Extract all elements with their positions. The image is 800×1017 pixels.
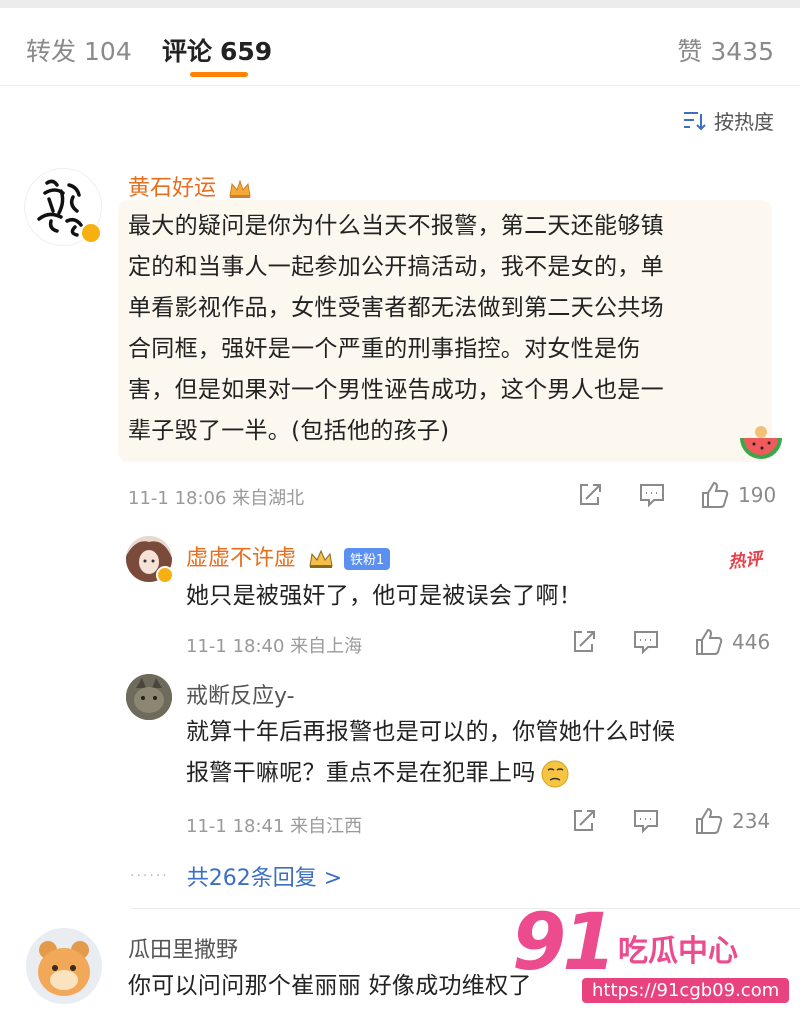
thumbs-up-icon	[696, 628, 723, 655]
sort-label: 按热度	[714, 110, 774, 134]
like-count: 446	[732, 630, 771, 654]
hamster-avatar-image	[26, 928, 102, 1004]
comment-line: 最大的疑问是你为什么当天不报警，第二天还能够镇	[128, 213, 664, 239]
cat-avatar-image	[126, 674, 172, 720]
reply-meta: 11-1 18:41 来自江西	[186, 816, 363, 837]
username-text: 黄石好运	[128, 176, 217, 201]
reply-line: 报警干嘛呢？重点不是在犯罪上吗	[186, 760, 536, 786]
crown-badge-icon	[229, 179, 251, 198]
comment-meta: 11-1 18:06 来自湖北	[128, 488, 305, 509]
comment-line: 单看影视作品，女性受害者都无法做到第二天公共场	[128, 295, 664, 321]
like-button[interactable]: 234	[694, 806, 770, 836]
watermark: 91 吃瓜中心 https://91cgb09.com	[512, 898, 800, 1017]
tab-repost[interactable]: 转发 104	[26, 32, 132, 68]
share-button[interactable]	[576, 481, 604, 509]
watermelon-sticker-icon	[740, 426, 782, 459]
hot-comment-badge: 热评	[727, 549, 764, 573]
avatar[interactable]	[26, 928, 102, 1004]
reply-avatar[interactable]	[126, 674, 172, 720]
active-tab-indicator	[190, 72, 248, 77]
tab-comments-count: 659	[220, 37, 273, 66]
watermark-text: 吃瓜中心	[618, 934, 738, 969]
verified-badge-icon	[80, 222, 102, 244]
tab-likes-label: 赞	[677, 37, 703, 66]
username-text: 虚虚不许虚	[186, 546, 297, 571]
reply-text: 就算十年后再报警也是可以的，你管她什么时候 报警干嘛呢？重点不是在犯罪上吗	[186, 712, 776, 794]
thumbs-up-icon	[696, 807, 723, 834]
reply-line-wrap: 报警干嘛呢？重点不是在犯罪上吗	[186, 753, 776, 794]
share-button[interactable]	[570, 807, 598, 835]
thumbs-up-icon	[702, 481, 729, 508]
more-replies-label: 共262条回复 >	[186, 866, 343, 891]
share-button[interactable]	[570, 628, 598, 656]
verified-badge-icon	[156, 566, 174, 584]
tab-likes-count: 3435	[710, 37, 774, 66]
tab-repost-label: 转发	[26, 37, 77, 66]
comment-line: 定的和当事人一起参加公开搞活动，我不是女的，单	[128, 254, 664, 280]
sort-icon	[684, 111, 706, 130]
top-strip	[0, 0, 800, 8]
reply-username[interactable]: 戒断反应y-	[186, 678, 295, 710]
tab-repost-count: 104	[84, 37, 132, 66]
comment-button[interactable]	[632, 807, 660, 835]
tab-likes[interactable]: 赞 3435	[677, 32, 774, 68]
like-count: 190	[738, 483, 777, 507]
tab-comments-label: 评论	[162, 37, 213, 66]
comment-line: 辈子毁了一半。(包括他的孩子)	[128, 418, 450, 444]
comment-username[interactable]: 瓜田里撒野	[128, 932, 238, 964]
like-button[interactable]: 190	[700, 480, 776, 510]
dots-divider-icon: ······	[130, 868, 169, 884]
crown-badge-icon	[309, 549, 333, 568]
watermark-number: 91	[512, 898, 617, 988]
comment-button[interactable]	[632, 628, 660, 656]
comment-icon	[640, 484, 664, 508]
comment-username[interactable]: 黄石好运	[128, 170, 253, 202]
watermark-url: https://91cgb09.com	[582, 978, 790, 1003]
comment-actions: 190	[576, 480, 776, 510]
comment-button[interactable]	[638, 481, 666, 509]
reply-actions: 446	[570, 627, 770, 657]
reply-meta: 11-1 18:40 来自上海	[186, 636, 363, 657]
reply-line: 就算十年后再报警也是可以的，你管她什么时候	[186, 719, 676, 745]
reply-text: 她只是被强奸了，他可是被误会了啊！	[186, 576, 756, 617]
tab-bar: 转发 104 评论 659 赞 3435	[0, 8, 800, 86]
comment-line: 害，但是如果对一个男性诬告成功，这个男人也是一	[128, 377, 664, 403]
share-icon	[580, 484, 601, 505]
reply-username[interactable]: 虚虚不许虚 铁粉1	[186, 540, 391, 572]
reply-line: 她只是被强奸了，他可是被误会了啊！	[186, 583, 583, 609]
tab-comments[interactable]: 评论 659	[162, 32, 272, 68]
comment-icon	[634, 631, 658, 655]
more-replies-link[interactable]: ······ 共262条回复 >	[130, 860, 342, 892]
thinking-emoji-icon	[541, 760, 568, 787]
share-icon	[574, 810, 595, 831]
sort-button[interactable]: 按热度	[682, 106, 774, 135]
comment-icon	[634, 810, 658, 834]
comment-text: 最大的疑问是你为什么当天不报警，第二天还能够镇 定的和当事人一起参加公开搞活动，…	[128, 206, 768, 452]
comment-line: 合同框，强奸是一个严重的刑事指控。对女性是伤	[128, 336, 641, 362]
share-icon	[574, 631, 595, 652]
like-count: 234	[732, 809, 771, 833]
reply-actions: 234	[570, 806, 770, 836]
like-button[interactable]: 446	[694, 627, 770, 657]
fan-badge: 铁粉1	[344, 548, 391, 570]
